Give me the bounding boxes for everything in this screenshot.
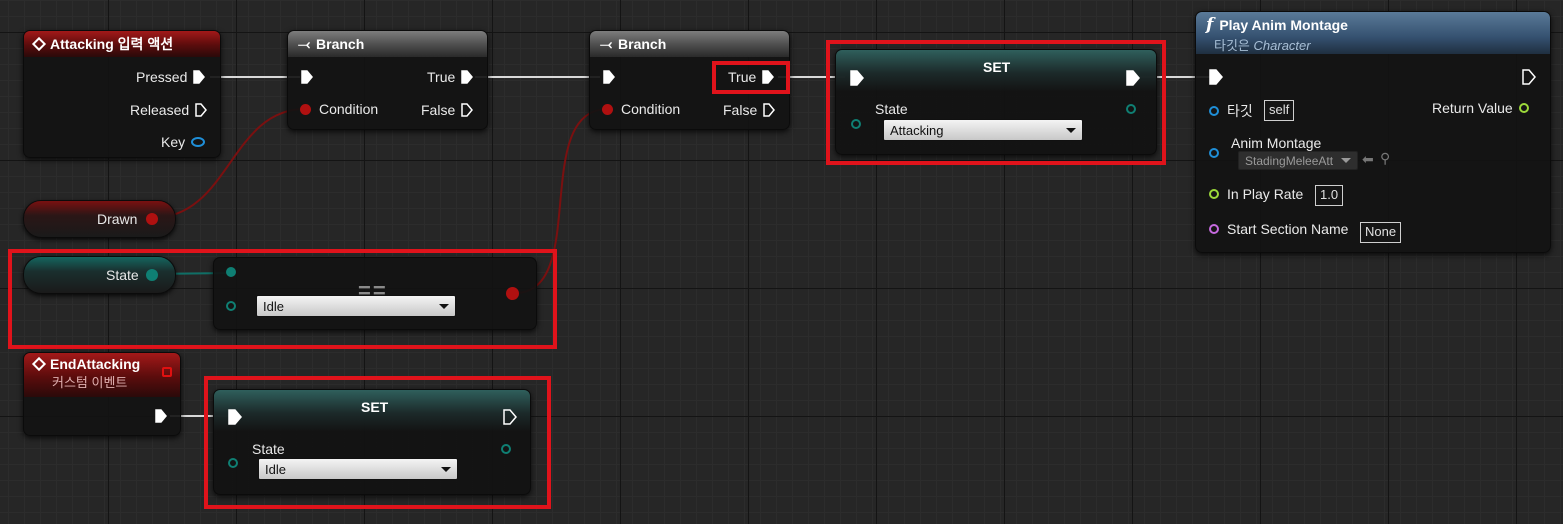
drawn-variable-label: Drawn bbox=[97, 211, 138, 227]
play-anim-exec-out-icon[interactable] bbox=[1522, 69, 1536, 85]
key-pin[interactable]: Key bbox=[161, 134, 206, 150]
float-pin-icon[interactable] bbox=[1209, 189, 1219, 199]
branch-icon: ⤙ bbox=[298, 35, 311, 53]
branch1-false-label: False bbox=[421, 102, 456, 118]
end-attacking-header[interactable]: EndAttacking 커스텀 이벤트 bbox=[24, 353, 180, 397]
play-anim-montage-subtitle: 타깃은 Character bbox=[1206, 35, 1311, 54]
end-attacking-subtitle: 커스텀 이벤트 bbox=[52, 375, 128, 390]
key-label: Key bbox=[161, 134, 186, 150]
diamond-event-icon bbox=[31, 36, 47, 52]
play-anim-exec-in-icon[interactable] bbox=[1209, 69, 1223, 85]
bool-pin-icon[interactable] bbox=[146, 213, 158, 225]
bool-pin-icon[interactable] bbox=[602, 103, 613, 115]
bool-pin-icon[interactable] bbox=[300, 103, 311, 115]
play-anim-rate-label: In Play Rate bbox=[1227, 186, 1304, 202]
pressed-label: Pressed bbox=[136, 69, 188, 85]
attacking-input-action-title: Attacking 입력 액션 bbox=[50, 36, 174, 52]
blueprint-graph[interactable]: Attacking 입력 액션 Pressed Released Key ⤙ B… bbox=[0, 0, 1563, 524]
object-pin-icon[interactable] bbox=[1209, 106, 1219, 116]
play-anim-montage-node[interactable]: f Play Anim Montage 타깃은 Character bbox=[1195, 11, 1551, 253]
delegate-pin-icon[interactable] bbox=[162, 367, 172, 377]
play-anim-montage-title-row: f Play Anim Montage bbox=[1206, 15, 1348, 35]
attacking-input-action-header[interactable]: Attacking 입력 액션 bbox=[24, 31, 220, 57]
exec-pin-filled-icon[interactable] bbox=[193, 70, 206, 84]
released-pin[interactable]: Released bbox=[130, 102, 208, 118]
function-icon: f bbox=[1206, 15, 1214, 35]
branch1-true-label: True bbox=[427, 69, 456, 85]
highlight-set-idle bbox=[204, 376, 551, 509]
play-anim-return-pin[interactable]: Return Value bbox=[1432, 100, 1529, 116]
branch2-exec-in-icon[interactable] bbox=[603, 70, 615, 84]
pressed-pin[interactable]: Pressed bbox=[136, 69, 206, 85]
branch-node-2-title: Branch bbox=[618, 36, 667, 52]
branch2-false-pin[interactable]: False bbox=[723, 102, 776, 118]
end-attacking-event-node[interactable]: EndAttacking 커스텀 이벤트 bbox=[23, 352, 181, 436]
play-anim-montage-title: Play Anim Montage bbox=[1219, 17, 1348, 33]
highlight-equal-node bbox=[8, 249, 557, 349]
branch-node-1-header[interactable]: ⤙ Branch bbox=[288, 31, 487, 57]
exec-pin-empty-icon[interactable] bbox=[461, 103, 474, 117]
chevron-down-icon bbox=[1341, 158, 1351, 163]
play-rate-input[interactable]: 1.0 bbox=[1315, 185, 1344, 206]
drawn-variable-node[interactable]: Drawn bbox=[23, 200, 176, 238]
branch-node-1-title: Branch bbox=[316, 36, 365, 52]
browse-search-icon[interactable]: ⚲ bbox=[1380, 150, 1390, 167]
branch1-condition-pin[interactable]: Condition bbox=[300, 101, 378, 117]
play-anim-montage-header[interactable]: f Play Anim Montage 타깃은 Character bbox=[1196, 12, 1550, 54]
diamond-event-icon bbox=[31, 356, 47, 372]
play-anim-target-label: 타깃 bbox=[1227, 103, 1253, 119]
play-anim-return-label: Return Value bbox=[1432, 100, 1513, 116]
anim-montage-dropdown[interactable]: StadingMeleeAtt bbox=[1238, 151, 1358, 170]
name-pin-icon[interactable] bbox=[1209, 224, 1219, 234]
released-label: Released bbox=[130, 102, 190, 118]
exec-pin-empty-icon[interactable] bbox=[763, 103, 776, 117]
exec-pin-filled-icon[interactable] bbox=[461, 70, 474, 84]
branch1-true-pin[interactable]: True bbox=[427, 69, 474, 85]
play-anim-montage-pin[interactable]: Anim Montage bbox=[1231, 135, 1321, 151]
play-anim-subtitle-prefix: 타깃은 bbox=[1214, 38, 1250, 53]
branch1-exec-in-icon[interactable] bbox=[301, 70, 313, 84]
branch1-condition-label: Condition bbox=[319, 101, 379, 117]
play-anim-subtitle-target: Character bbox=[1253, 38, 1311, 53]
start-section-input[interactable]: None bbox=[1360, 222, 1402, 243]
play-anim-section-pin[interactable]: Start Section Name bbox=[1209, 221, 1348, 237]
play-anim-rate-pin[interactable]: In Play Rate bbox=[1209, 186, 1303, 202]
branch1-false-pin[interactable]: False bbox=[421, 102, 474, 118]
struct-pin-icon[interactable] bbox=[191, 137, 206, 147]
play-anim-section-label: Start Section Name bbox=[1227, 221, 1349, 237]
float-pin-icon[interactable] bbox=[1518, 103, 1529, 113]
target-self-box[interactable]: self bbox=[1264, 100, 1295, 121]
anim-montage-dropdown-value: StadingMeleeAtt bbox=[1245, 153, 1334, 168]
highlight-branch2-true bbox=[712, 61, 790, 94]
end-attacking-exec-out-icon[interactable] bbox=[155, 409, 167, 423]
object-pin-icon[interactable] bbox=[1209, 148, 1219, 158]
use-selected-arrow-icon[interactable]: ⬅ bbox=[1362, 151, 1374, 168]
end-attacking-title: EndAttacking bbox=[50, 356, 141, 372]
branch-icon: ⤙ bbox=[600, 35, 613, 53]
branch2-false-label: False bbox=[723, 102, 758, 118]
branch2-condition-pin[interactable]: Condition bbox=[602, 101, 680, 117]
highlight-set-attacking bbox=[826, 40, 1166, 165]
branch2-condition-label: Condition bbox=[621, 101, 681, 117]
end-attacking-title-row: EndAttacking bbox=[31, 356, 141, 372]
play-anim-montage-label: Anim Montage bbox=[1231, 135, 1322, 151]
exec-pin-empty-icon[interactable] bbox=[195, 103, 208, 117]
branch-node-2-header[interactable]: ⤙ Branch bbox=[590, 31, 789, 57]
play-anim-target-pin[interactable]: 타깃 bbox=[1209, 101, 1253, 121]
